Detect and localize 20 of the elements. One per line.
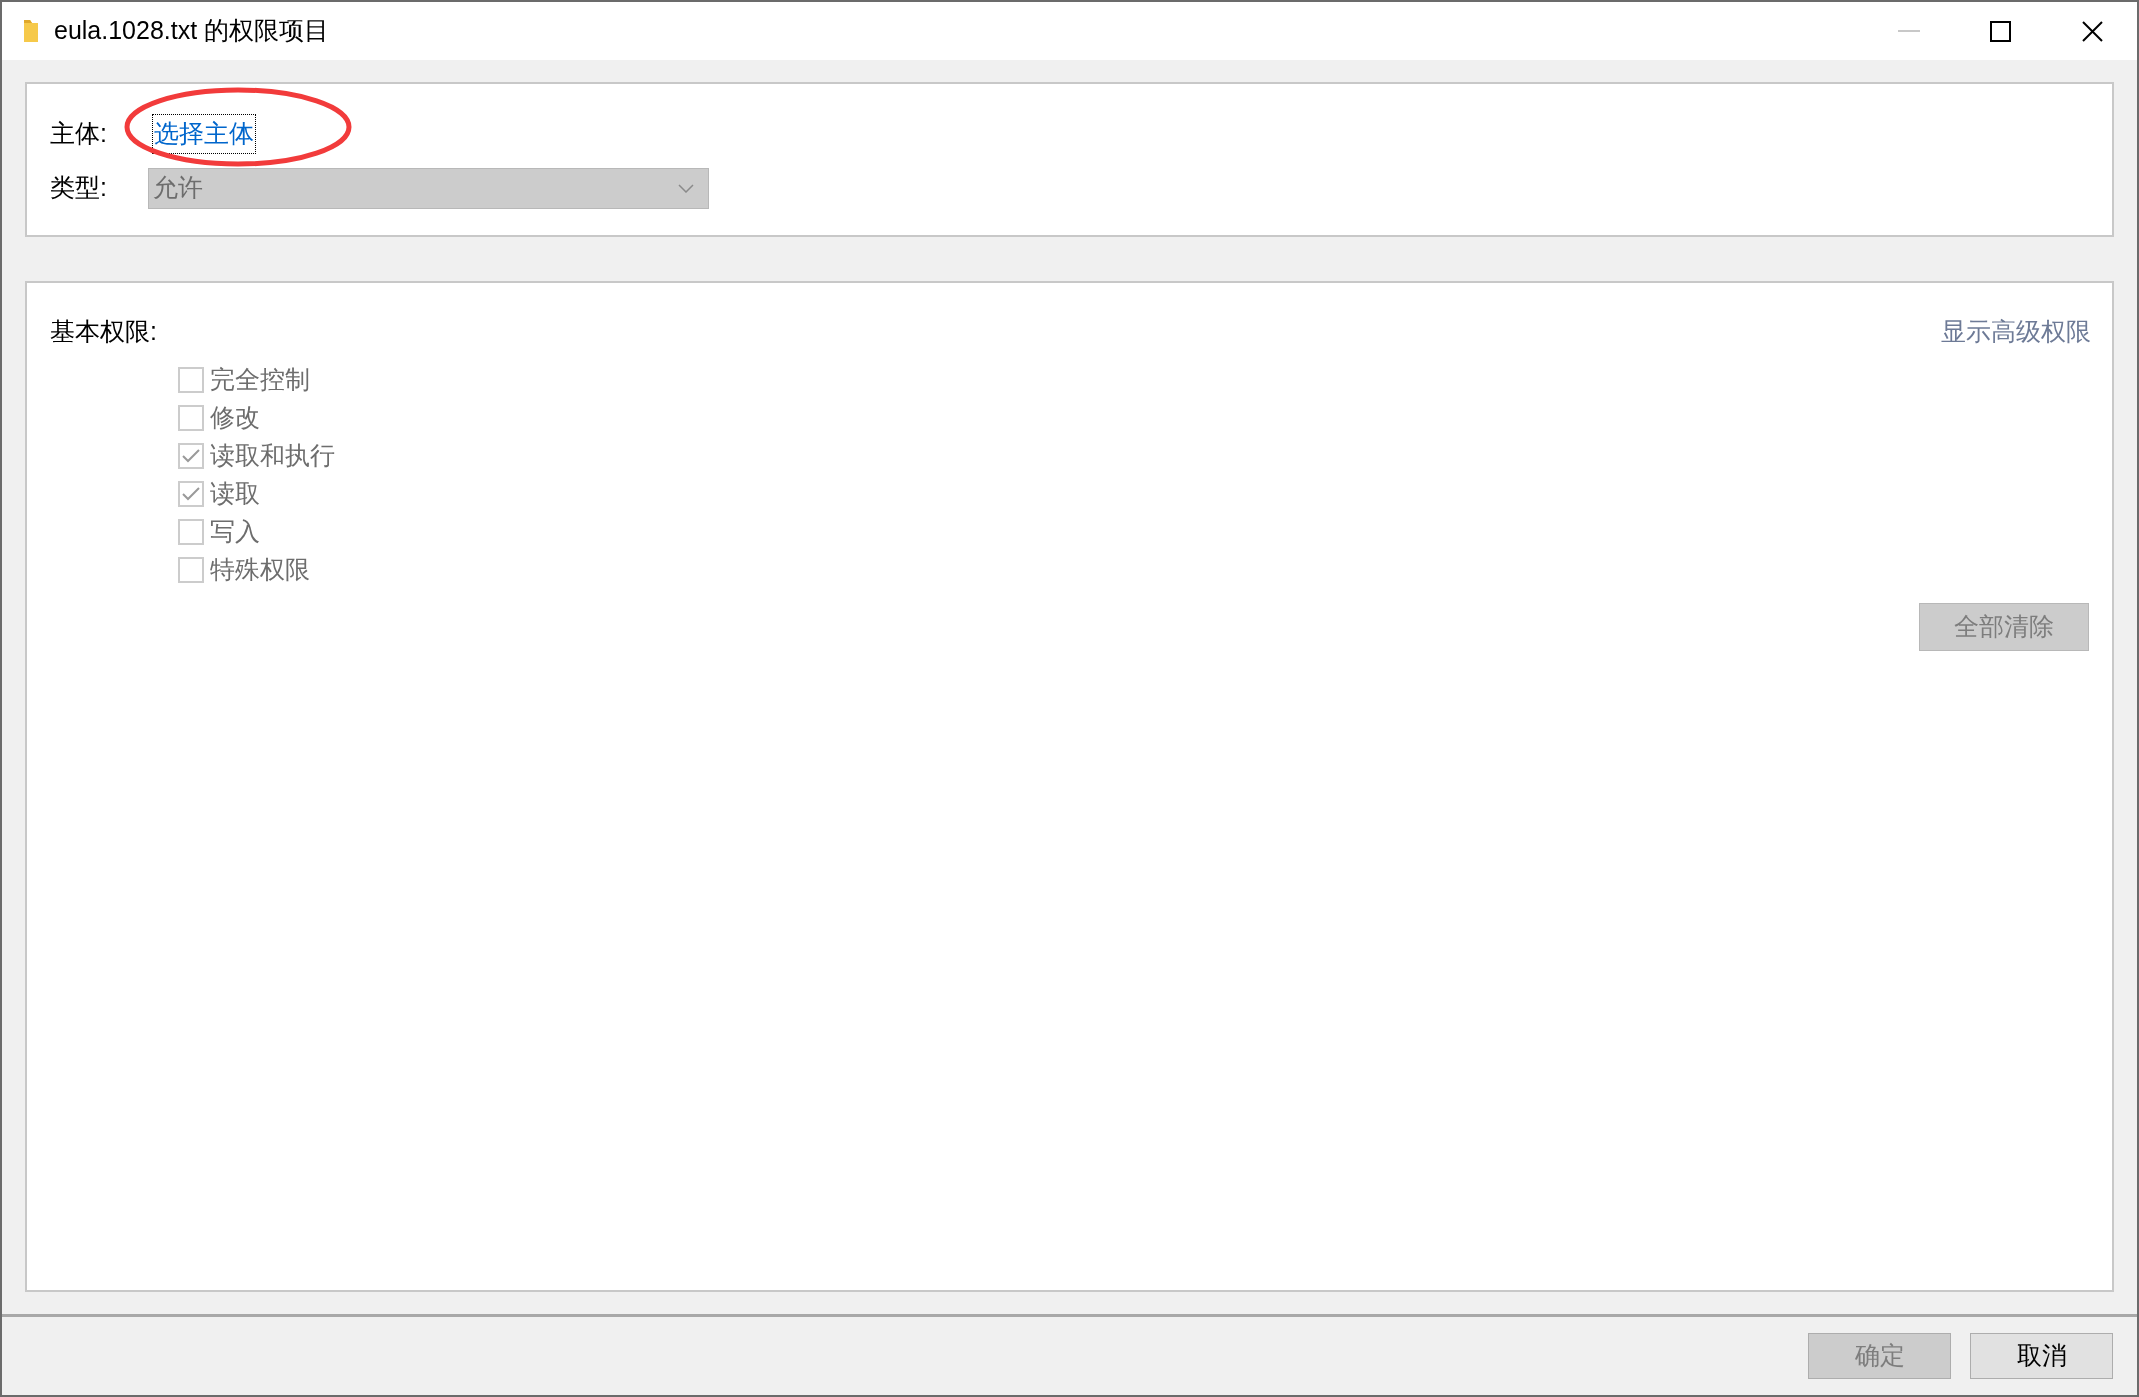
maximize-icon[interactable] <box>1990 20 2011 42</box>
permission-label: 修改 <box>210 401 260 433</box>
chevron-down-icon <box>678 183 694 193</box>
permission-label: 特殊权限 <box>210 553 310 585</box>
folder-icon <box>22 18 40 44</box>
checkmark-icon <box>182 448 200 463</box>
checkmark-icon <box>182 486 200 501</box>
permission-label: 写入 <box>210 515 260 547</box>
select-principal-link[interactable]: 选择主体 <box>152 114 256 154</box>
window-title: eula.1028.txt 的权限项目 <box>54 15 330 47</box>
principal-label: 主体: <box>50 118 108 149</box>
close-icon[interactable] <box>2082 20 2103 42</box>
minimize-icon[interactable] <box>1898 29 1920 33</box>
type-label: 类型: <box>50 172 108 204</box>
dialog-button[interactable]: 取消 <box>1970 1333 2113 1379</box>
permission-label: 读取 <box>210 477 260 509</box>
permission-label: 完全控制 <box>210 363 310 395</box>
show-advanced-link[interactable]: 显示高级权限 <box>1941 313 2091 351</box>
basic-permissions-heading: 基本权限: <box>50 316 157 347</box>
permission-label: 读取和执行 <box>210 439 335 471</box>
